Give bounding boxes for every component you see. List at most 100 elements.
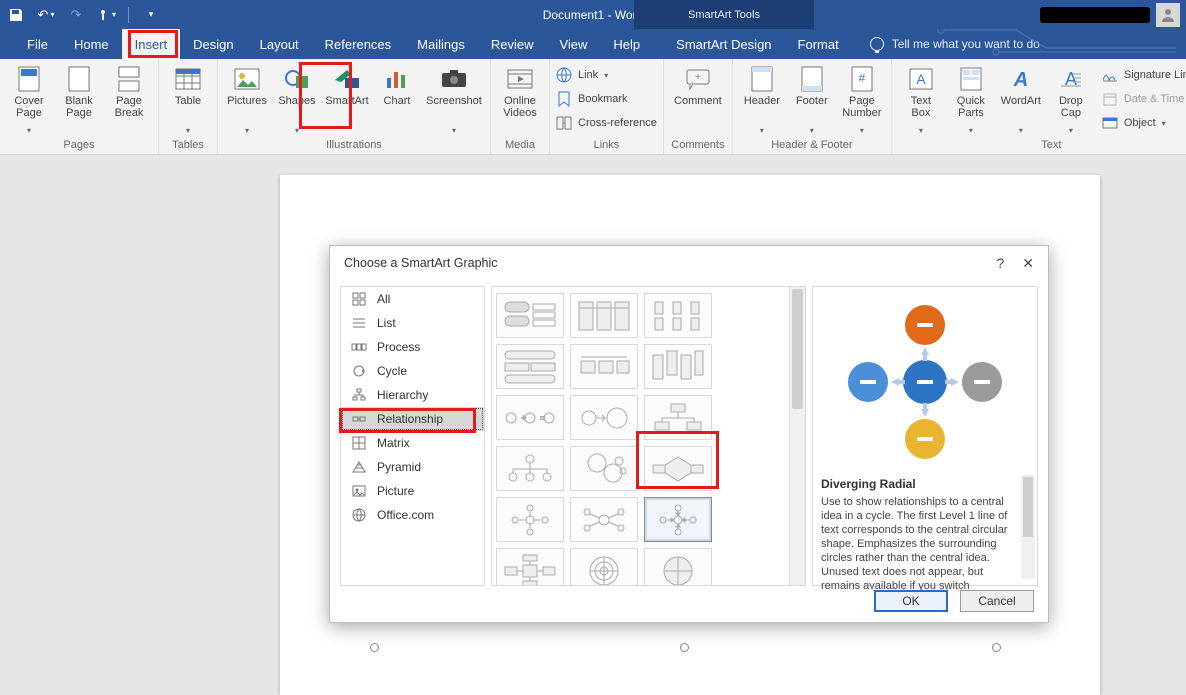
group-illustrations: Pictures▾ Shapes▾ SmartArt Chart Screens…: [218, 59, 491, 154]
tab-insert[interactable]: Insert: [122, 29, 181, 59]
comment-button[interactable]: + Comment: [670, 63, 726, 121]
gallery-thumb[interactable]: [644, 548, 712, 586]
page-number-icon: #: [848, 67, 876, 91]
screenshot-button[interactable]: Screenshot▾: [424, 63, 484, 137]
tab-format[interactable]: Format: [785, 29, 852, 59]
user-avatar[interactable]: [1156, 3, 1180, 27]
bookmark-icon: [556, 91, 572, 107]
shapes-button[interactable]: Shapes▾: [274, 63, 320, 137]
gallery-thumb[interactable]: [496, 446, 564, 491]
page-break-button[interactable]: Page Break: [106, 63, 152, 121]
category-all[interactable]: All: [341, 287, 484, 311]
comment-icon: +: [684, 67, 712, 91]
category-picture[interactable]: Picture: [341, 479, 484, 503]
selection-handle[interactable]: [992, 643, 1001, 652]
selection-handle[interactable]: [680, 643, 689, 652]
dialog-close-button[interactable]: ✕: [1022, 255, 1034, 272]
group-tables: Table▾ Tables: [159, 59, 218, 154]
category-list[interactable]: List: [341, 311, 484, 335]
category-cycle[interactable]: Cycle: [341, 359, 484, 383]
signature-line-button[interactable]: Signature Line ▾: [1102, 65, 1186, 85]
group-text: A Text Box▾ Quick Parts▾ A WordArt▾ A Dr…: [892, 59, 1186, 154]
gallery-thumb[interactable]: [570, 293, 638, 338]
tab-help[interactable]: Help: [600, 29, 653, 59]
qat-customize-icon[interactable]: ▾: [143, 7, 159, 23]
preview-scrollbar[interactable]: [1021, 475, 1035, 579]
gallery-thumb[interactable]: [570, 548, 638, 586]
text-box-icon: A: [907, 67, 935, 91]
cancel-button[interactable]: Cancel: [960, 590, 1034, 612]
gallery-thumb[interactable]: [570, 446, 638, 491]
cross-reference-button[interactable]: Cross-reference: [556, 113, 657, 133]
gallery-thumb[interactable]: [570, 395, 638, 440]
category-process[interactable]: Process: [341, 335, 484, 359]
category-office-com[interactable]: Office.com: [341, 503, 484, 527]
text-box-button[interactable]: A Text Box▾: [898, 63, 944, 137]
group-label-tables: Tables: [165, 137, 211, 154]
tab-layout[interactable]: Layout: [247, 29, 312, 59]
tab-home[interactable]: Home: [61, 29, 122, 59]
gallery-thumb[interactable]: [496, 293, 564, 338]
drop-cap-button[interactable]: A Drop Cap▾: [1048, 63, 1094, 137]
category-office-icon: [351, 507, 367, 523]
gallery-thumb[interactable]: [644, 395, 712, 440]
gallery-thumb[interactable]: [644, 344, 712, 389]
tab-smartart-design[interactable]: SmartArt Design: [663, 29, 784, 59]
touch-mode-icon[interactable]: ▾: [98, 7, 114, 23]
gallery-thumb[interactable]: [496, 497, 564, 542]
gallery-thumb[interactable]: [570, 344, 638, 389]
save-icon[interactable]: [8, 7, 24, 23]
tell-me-search[interactable]: Tell me what you want to do: [870, 29, 1040, 59]
search-box[interactable]: [1040, 7, 1150, 23]
chart-button[interactable]: Chart: [374, 63, 420, 121]
cover-page-button[interactable]: Cover Page▾: [6, 63, 52, 137]
group-label-comments: Comments: [670, 137, 726, 154]
tab-design[interactable]: Design: [180, 29, 246, 59]
category-relationship[interactable]: Relationship: [341, 407, 484, 431]
bookmark-button[interactable]: Bookmark: [556, 89, 628, 109]
gallery-thumb[interactable]: [644, 446, 712, 491]
pictures-button[interactable]: Pictures▾: [224, 63, 270, 137]
category-all-icon: [351, 291, 367, 307]
ribbon-tabs: File Home Insert Design Layout Reference…: [0, 29, 1186, 59]
table-button[interactable]: Table▾: [165, 63, 211, 137]
dialog-help-button[interactable]: ?: [996, 255, 1004, 272]
footer-button[interactable]: Footer▾: [789, 63, 835, 137]
svg-text:+: +: [695, 72, 701, 83]
ok-button[interactable]: OK: [874, 590, 948, 612]
redo-icon[interactable]: ↷: [68, 7, 84, 23]
header-button[interactable]: Header▾: [739, 63, 785, 137]
tab-mailings[interactable]: Mailings: [404, 29, 478, 59]
gallery-thumb[interactable]: +=: [496, 395, 564, 440]
gallery-thumb[interactable]: [644, 497, 712, 542]
online-videos-button[interactable]: Online Videos: [497, 63, 543, 121]
quick-parts-button[interactable]: Quick Parts▾: [948, 63, 994, 137]
group-label-pages: Pages: [6, 137, 152, 154]
gallery-thumb[interactable]: [496, 548, 564, 586]
link-button[interactable]: Link ▾: [556, 65, 608, 85]
category-hierarchy[interactable]: Hierarchy: [341, 383, 484, 407]
pictures-icon: [233, 67, 261, 91]
category-pyramid[interactable]: Pyramid: [341, 455, 484, 479]
tab-file[interactable]: File: [14, 29, 61, 59]
category-matrix[interactable]: Matrix: [341, 431, 484, 455]
gallery-thumb[interactable]: [644, 293, 712, 338]
date-time-button[interactable]: Date & Time: [1102, 89, 1185, 109]
wordart-button[interactable]: A WordArt▾: [998, 63, 1044, 137]
selection-handle[interactable]: [370, 643, 379, 652]
object-icon: [1102, 115, 1118, 131]
tab-review[interactable]: Review: [478, 29, 547, 59]
tab-references[interactable]: References: [312, 29, 404, 59]
object-button[interactable]: Object ▾: [1102, 113, 1166, 133]
gallery-thumb[interactable]: [496, 344, 564, 389]
undo-icon[interactable]: ↶▾: [38, 7, 54, 23]
page-number-button[interactable]: # Page Number▾: [839, 63, 885, 137]
blank-page-icon: [65, 67, 93, 91]
gallery-scrollbar[interactable]: [789, 287, 805, 585]
preview-name: Diverging Radial: [821, 477, 1029, 491]
tab-view[interactable]: View: [546, 29, 600, 59]
blank-page-button[interactable]: Blank Page: [56, 63, 102, 121]
smartart-button[interactable]: SmartArt: [324, 63, 370, 121]
date-time-icon: [1102, 91, 1118, 107]
gallery-thumb[interactable]: [570, 497, 638, 542]
